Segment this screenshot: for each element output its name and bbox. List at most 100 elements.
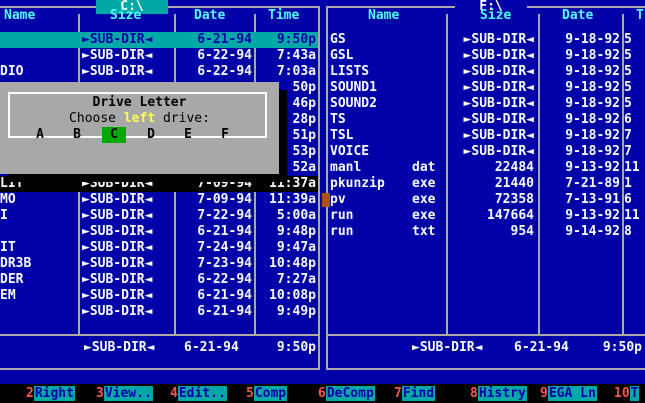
left-header-time[interactable]: Time bbox=[268, 8, 299, 24]
dialog-shadow-right bbox=[279, 90, 287, 182]
right-file-row[interactable]: TSL ►SUB-DIR◄ 9-18-92 7 bbox=[328, 128, 645, 144]
left-file-row[interactable]: ►SUB-DIR◄ 6-22-94 7:43a bbox=[0, 48, 318, 64]
right-file-row[interactable]: run txt 954 9-14-92 8 bbox=[328, 224, 645, 240]
right-file-size: ►SUB-DIR◄ bbox=[463, 96, 534, 111]
right-file-time: 6 bbox=[624, 192, 632, 207]
left-panel-mid-border bbox=[0, 334, 320, 336]
right-file-row[interactable]: GSL ►SUB-DIR◄ 9-18-92 5 bbox=[328, 48, 645, 64]
drive-option-a[interactable]: A bbox=[28, 127, 52, 143]
left-file-row[interactable]: DER ►SUB-DIR◄ 6-22-94 7:27a bbox=[0, 272, 318, 288]
function-key-bar: 2Right 3View.. 4Edit.. 5Comp 6DeComp 7Find 8Hi… bbox=[0, 384, 645, 403]
left-header-date[interactable]: Date bbox=[194, 8, 225, 24]
right-header-name[interactable]: Name bbox=[368, 8, 399, 24]
right-file-name: GSL bbox=[330, 48, 354, 63]
right-file-size: 954 bbox=[510, 224, 534, 239]
fkey-label: T bbox=[629, 386, 640, 401]
left-file-name: IT bbox=[0, 240, 16, 255]
right-file-name: pv bbox=[330, 192, 346, 207]
right-file-name: SOUND2 bbox=[330, 96, 377, 111]
right-panel-bottom-border bbox=[326, 368, 645, 370]
left-file-row[interactable]: DIO ►SUB-DIR◄ 6-22-94 7:03a bbox=[0, 64, 318, 80]
fkey-label: Right bbox=[33, 386, 75, 401]
drive-option-d[interactable]: D bbox=[139, 127, 163, 143]
left-header-name[interactable]: Name bbox=[4, 8, 35, 24]
right-file-time: 5 bbox=[624, 32, 632, 47]
right-file-date: 9-18-92 bbox=[565, 32, 620, 47]
right-file-time: 11 bbox=[624, 208, 640, 223]
drive-option-f[interactable]: F bbox=[213, 127, 237, 143]
right-file-time: 5 bbox=[624, 64, 632, 79]
right-status-size: ►SUB-DIR◄ bbox=[412, 340, 483, 355]
right-file-date: 7-21-89 bbox=[565, 176, 620, 191]
right-header-date[interactable]: Date bbox=[562, 8, 593, 24]
right-file-row[interactable]: SOUND2 ►SUB-DIR◄ 9-18-92 5 bbox=[328, 96, 645, 112]
right-file-time: 6 bbox=[624, 112, 632, 127]
fkey-label: View.. bbox=[103, 386, 153, 401]
right-file-row[interactable]: pkunzip exe 21440 7-21-89 1 bbox=[328, 176, 645, 192]
left-file-size: ►SUB-DIR◄ bbox=[82, 208, 153, 223]
left-file-row[interactable]: ►SUB-DIR◄ 6-21-94 9:48p bbox=[0, 224, 318, 240]
right-file-row[interactable]: TS ►SUB-DIR◄ 9-18-92 6 bbox=[328, 112, 645, 128]
left-file-row[interactable]: ►SUB-DIR◄ 6-21-94 9:50p bbox=[0, 32, 318, 48]
left-file-name bbox=[0, 48, 76, 64]
fkey-5[interactable]: 5Comp bbox=[246, 384, 288, 403]
left-status-size: ►SUB-DIR◄ bbox=[84, 340, 155, 355]
left-file-row[interactable]: DR3B ►SUB-DIR◄ 7-23-94 10:48p bbox=[0, 256, 318, 272]
left-file-size: ►SUB-DIR◄ bbox=[82, 192, 153, 207]
right-file-row[interactable]: run exe 147664 9-13-92 11 bbox=[328, 208, 645, 224]
fkey-3[interactable]: 3View.. bbox=[96, 384, 153, 403]
right-header-time[interactable]: T bbox=[636, 8, 644, 24]
fkey-8[interactable]: 8Histry bbox=[470, 384, 527, 403]
right-file-ext: txt bbox=[412, 224, 436, 239]
right-file-row[interactable]: manl dat 22484 9-13-92 11 bbox=[328, 160, 645, 176]
fkey-2[interactable]: 2Right bbox=[26, 384, 75, 403]
left-file-date: 7-23-94 bbox=[197, 256, 252, 271]
left-file-row[interactable]: IT ►SUB-DIR◄ 7-24-94 9:47a bbox=[0, 240, 318, 256]
command-line-area[interactable] bbox=[0, 372, 645, 384]
prompt-pre: Choose bbox=[69, 111, 124, 126]
right-file-row[interactable]: GS ►SUB-DIR◄ 9-18-92 5 bbox=[328, 32, 645, 48]
left-file-name: DR3B bbox=[0, 256, 32, 271]
left-file-row[interactable]: I ►SUB-DIR◄ 7-22-94 5:00a bbox=[0, 208, 318, 224]
fkey-6[interactable]: 6DeComp bbox=[318, 384, 375, 403]
left-file-date: 6-22-94 bbox=[197, 272, 252, 287]
right-file-row[interactable]: LISTS ►SUB-DIR◄ 9-18-92 5 bbox=[328, 64, 645, 80]
left-file-time: 7:03a bbox=[276, 64, 316, 79]
left-header-size[interactable]: Size bbox=[110, 8, 141, 24]
left-file-size: ►SUB-DIR◄ bbox=[82, 288, 153, 303]
fkey-10[interactable]: 10T bbox=[614, 384, 640, 403]
left-file-row[interactable]: EM ►SUB-DIR◄ 6-21-94 10:08p bbox=[0, 288, 318, 304]
left-file-name bbox=[0, 224, 76, 240]
right-file-ext bbox=[412, 48, 442, 64]
fkey-7[interactable]: 7Find bbox=[394, 384, 436, 403]
right-panel-mid-border bbox=[326, 334, 645, 336]
right-file-row[interactable]: pv exe 72358 7-13-91 6 bbox=[328, 192, 645, 208]
drive-letter-dialog: Drive Letter Choose left drive: ABCDEF bbox=[0, 82, 279, 174]
left-file-time: 5:00a bbox=[276, 208, 316, 223]
left-file-size: ►SUB-DIR◄ bbox=[82, 304, 153, 319]
left-file-row[interactable]: ►SUB-DIR◄ 6-21-94 9:49p bbox=[0, 304, 318, 320]
fkey-4[interactable]: 4Edit.. bbox=[170, 384, 227, 403]
left-panel-right-border bbox=[318, 6, 320, 370]
fkey-9[interactable]: 9EGA Ln bbox=[540, 384, 597, 403]
right-file-date: 9-13-92 bbox=[565, 208, 620, 223]
left-file-time: 11:39a bbox=[269, 192, 316, 207]
fkey-number: 2 bbox=[26, 386, 34, 401]
right-file-time: 5 bbox=[624, 80, 632, 95]
right-header-size[interactable]: Size bbox=[480, 8, 511, 24]
fkey-number: 10 bbox=[614, 386, 630, 401]
right-file-date: 7-13-91 bbox=[565, 192, 620, 207]
right-file-time: 5 bbox=[624, 96, 632, 111]
right-file-row[interactable]: SOUND1 ►SUB-DIR◄ 9-18-92 5 bbox=[328, 80, 645, 96]
left-file-name: EM bbox=[0, 288, 16, 303]
left-file-size: ►SUB-DIR◄ bbox=[82, 224, 153, 239]
right-file-size: 147664 bbox=[487, 208, 534, 223]
drive-option-c[interactable]: C bbox=[102, 127, 126, 143]
panel-splitter-handle[interactable] bbox=[322, 193, 330, 207]
left-file-row[interactable]: MO ►SUB-DIR◄ 7-09-94 11:39a bbox=[0, 192, 318, 208]
drive-option-b[interactable]: B bbox=[65, 127, 89, 143]
left-file-date: 6-21-94 bbox=[197, 32, 252, 47]
right-file-name: run bbox=[330, 208, 354, 223]
drive-option-e[interactable]: E bbox=[176, 127, 200, 143]
right-file-row[interactable]: VOICE ►SUB-DIR◄ 9-18-92 7 bbox=[328, 144, 645, 160]
